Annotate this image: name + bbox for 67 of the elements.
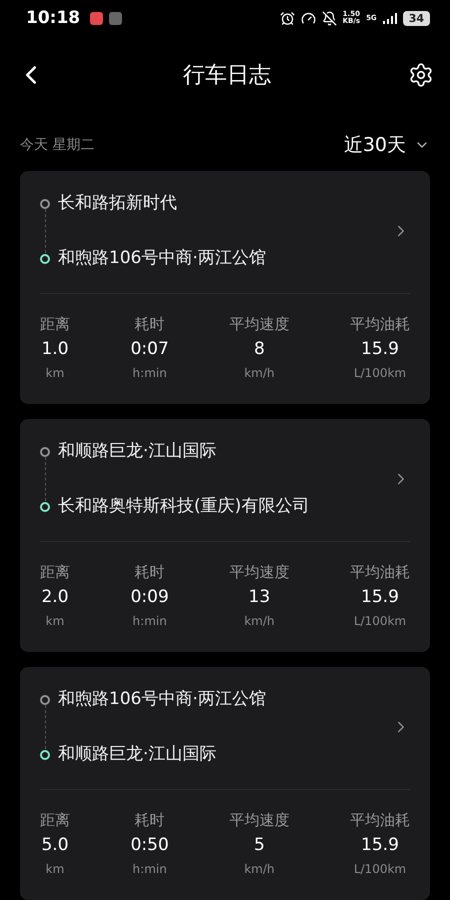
stat-value: 15.9 xyxy=(361,586,399,609)
stat-label: 距离 xyxy=(40,314,70,334)
start-dot-icon xyxy=(40,446,50,456)
end-dot-icon xyxy=(40,750,50,760)
stat-value: 5.0 xyxy=(41,834,69,857)
alarm-icon xyxy=(280,10,295,26)
stat-label: 平均油耗 xyxy=(350,810,410,830)
stat-label: 平均速度 xyxy=(229,562,290,582)
gauge-icon xyxy=(300,10,316,26)
end-place: 和煦路106号中商·两江公馆 xyxy=(58,247,266,270)
page-title: 行车日志 xyxy=(183,62,271,90)
stat-value: 0:09 xyxy=(130,586,169,609)
stat-value: 0:07 xyxy=(130,338,169,361)
end-dot-icon xyxy=(40,502,50,512)
route-line xyxy=(44,705,46,749)
route-line xyxy=(44,209,46,253)
status-time: 10:18 xyxy=(26,8,80,28)
date-label: 今天 星期二 xyxy=(20,136,94,154)
start-dot-icon xyxy=(40,694,50,704)
stat-label: 距离 xyxy=(40,562,70,582)
start-place: 长和路拓新时代 xyxy=(58,192,177,215)
stat-label: 耗时 xyxy=(134,314,165,334)
stat-unit: h:min xyxy=(132,365,167,382)
settings-icon xyxy=(408,62,434,88)
stat-unit: km xyxy=(46,613,64,630)
stat-value: 8 xyxy=(254,338,265,361)
stat-label: 平均油耗 xyxy=(350,314,410,334)
stat-value: 15.9 xyxy=(361,834,399,857)
stat-unit: L/100km xyxy=(354,365,406,382)
stat-unit: km xyxy=(46,861,64,878)
app-notification-icon xyxy=(109,12,122,25)
stat-unit: km/h xyxy=(244,861,275,878)
stat-value: 5 xyxy=(254,834,265,857)
start-place: 和煦路106号中商·两江公馆 xyxy=(58,688,266,711)
stat-value: 2.0 xyxy=(41,586,69,609)
end-place: 长和路奥特斯科技(重庆)有限公司 xyxy=(58,495,310,518)
end-dot-icon xyxy=(40,254,50,264)
trip-card[interactable]: 和顺路巨龙·江山国际 长和路奥特斯科技(重庆)有限公司 距离 2.0 km 耗时 0:09 h:min 平均速度 13 km/h 平均油耗 15.9 L/100km xyxy=(20,419,430,652)
stat-value: 1.0 xyxy=(41,338,69,361)
stat-unit: h:min xyxy=(132,613,167,630)
stat-label: 耗时 xyxy=(134,562,165,582)
stat-unit: km/h xyxy=(244,613,275,630)
stat-label: 平均速度 xyxy=(229,810,290,830)
settings-button[interactable] xyxy=(408,62,434,88)
start-dot-icon xyxy=(40,198,50,208)
end-place: 和顺路巨龙·江山国际 xyxy=(58,743,216,766)
trip-card[interactable]: 长和路拓新时代 和煦路106号中商·两江公馆 距离 1.0 km 耗时 0:07 h:min 平均速度 8 km/h 平均油耗 15.9 L/100km xyxy=(20,171,430,404)
start-place: 和顺路巨龙·江山国际 xyxy=(58,440,216,463)
stat-unit: L/100km xyxy=(354,613,406,630)
stat-label: 平均油耗 xyxy=(350,562,410,582)
range-dropdown[interactable]: 近30天 xyxy=(344,132,430,158)
stat-unit: L/100km xyxy=(354,861,406,878)
stat-label: 耗时 xyxy=(134,810,165,830)
bell-off-icon xyxy=(322,10,337,26)
route-line xyxy=(44,457,46,501)
signal-icon xyxy=(382,12,397,24)
stat-unit: km xyxy=(46,365,64,382)
battery-level: 34 xyxy=(402,10,430,26)
app-notification-icon xyxy=(90,12,104,25)
stat-unit: h:min xyxy=(132,861,167,878)
stat-label: 距离 xyxy=(40,810,70,830)
stat-value: 15.9 xyxy=(361,338,399,361)
stat-value: 13 xyxy=(248,586,270,609)
stat-unit: km/h xyxy=(244,365,275,382)
trip-card[interactable]: 和煦路106号中商·两江公馆 和顺路巨龙·江山国际 距离 5.0 km 耗时 0:50 h:min 平均速度 5 km/h 平均油耗 15.9 L/100km xyxy=(20,667,430,900)
stat-label: 平均速度 xyxy=(229,314,290,334)
stat-value: 0:50 xyxy=(130,834,169,857)
